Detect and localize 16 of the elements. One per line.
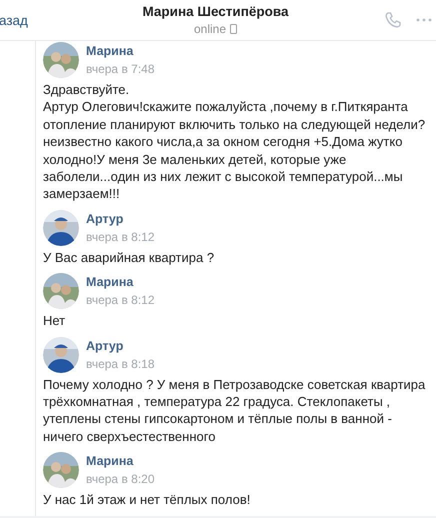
chat-title: Марина Шестипёрова	[142, 4, 288, 19]
call-icon[interactable]	[384, 11, 402, 29]
message-text: У Вас аварийная квартира ?	[43, 248, 216, 266]
more-icon[interactable]	[416, 18, 432, 22]
message-text: Артур Олегович!скажите пожалуйста ,почему в г.Питкяранта отопление планируют включить только на следующей недели?неизвестно какого числа,а за окном сегодня +5.Дома жутко холодно!У меня 3е маленьких детей, которые уже заболели...один из них лежит с высокой температурой...мы замерзаем!!!	[43, 98, 426, 203]
author-name[interactable]: Артур	[86, 338, 155, 353]
message-text: У нас 1й этаж и нет тёплых полов!	[43, 491, 252, 509]
message-text: Здравствуйте.	[43, 81, 130, 98]
message-text: Нет	[43, 312, 66, 330]
author-name[interactable]: Марина	[86, 454, 155, 468]
author-name[interactable]: Артур	[86, 212, 155, 226]
phone-icon	[230, 24, 238, 34]
author-name[interactable]: Марина	[86, 44, 155, 58]
message-text: Почему холодно ? У меня в Петрозаводске советская квартира трёхкомнатная , температура 22 градуса. Стеклопакеты , утеплены стены гипсокартоном и тёплые полы в ванной - ничего сверхъестественного	[43, 376, 426, 446]
online-status: online	[194, 22, 226, 36]
author-name[interactable]: Марина	[86, 275, 155, 290]
